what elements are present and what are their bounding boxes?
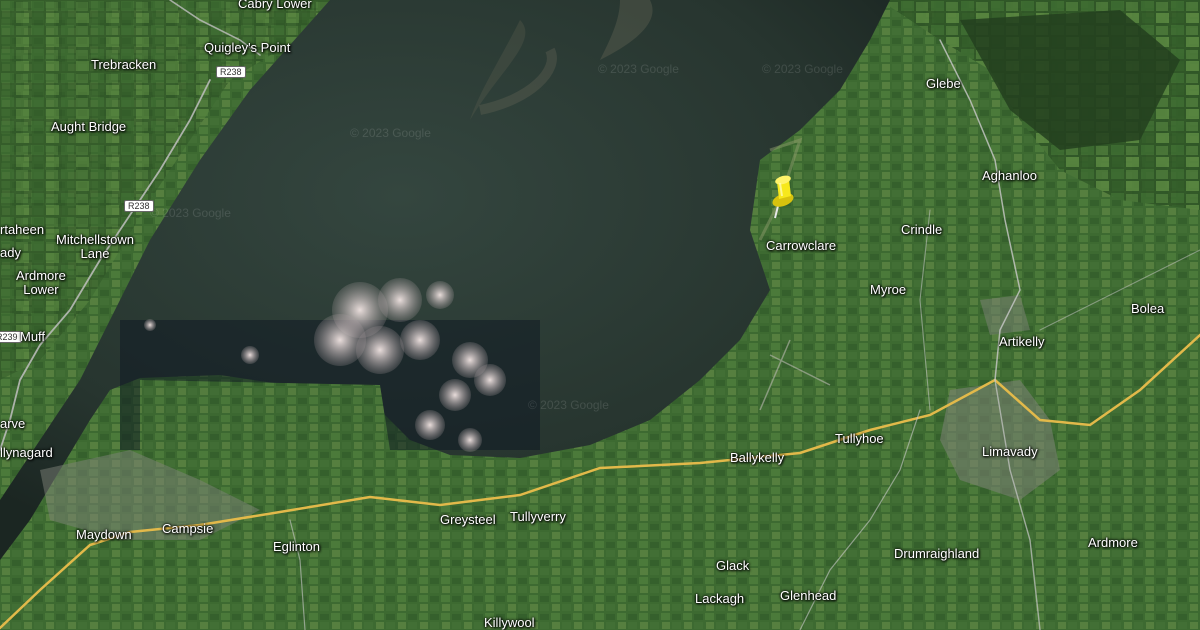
pushpin-icon[interactable] bbox=[762, 172, 802, 222]
place-label-line: Lower bbox=[23, 282, 59, 297]
place-label[interactable]: Maydown bbox=[76, 528, 132, 542]
place-label[interactable]: Trebracken bbox=[91, 58, 156, 72]
place-label[interactable]: Quigley's Point bbox=[204, 41, 290, 55]
place-label[interactable]: Drumraighland bbox=[894, 547, 979, 561]
place-label[interactable]: Greysteel bbox=[440, 513, 496, 527]
place-label-line: Lane bbox=[80, 246, 110, 261]
satellite-map[interactable]: © 2023 Google © 2023 Google © 2023 Googl… bbox=[0, 0, 1200, 630]
place-label[interactable]: Limavady bbox=[982, 445, 1038, 459]
place-label[interactable]: Glenhead bbox=[780, 589, 836, 603]
place-label[interactable]: Lackagh bbox=[695, 592, 744, 606]
place-label[interactable]: Tullyverry bbox=[510, 510, 566, 524]
place-label[interactable]: Aught Bridge bbox=[51, 120, 126, 134]
road-shield-r238: R238 bbox=[216, 66, 246, 78]
place-label[interactable]: Crindle bbox=[901, 223, 942, 237]
place-label[interactable]: Myroe bbox=[870, 283, 906, 297]
road-shield-r239: R239 bbox=[0, 331, 22, 343]
place-label[interactable]: ady bbox=[0, 246, 21, 260]
place-label[interactable]: Artikelly bbox=[999, 335, 1045, 349]
place-label[interactable]: Campsie bbox=[162, 522, 213, 536]
place-label[interactable]: Carrowclare bbox=[766, 239, 836, 253]
copyright-watermark: © 2023 Google bbox=[528, 398, 609, 412]
place-label[interactable]: arve bbox=[0, 417, 25, 431]
place-label[interactable]: Ballykelly bbox=[730, 451, 784, 465]
place-label[interactable]: Ardmore Lower bbox=[16, 269, 66, 297]
place-label[interactable]: Tullyhoe bbox=[835, 432, 884, 446]
place-label-line: Ardmore bbox=[16, 268, 66, 283]
place-label[interactable]: Eglinton bbox=[273, 540, 320, 554]
place-label[interactable]: Mitchellstown Lane bbox=[56, 233, 134, 261]
place-label[interactable]: llynagard bbox=[0, 446, 53, 460]
place-label[interactable]: Glack bbox=[716, 559, 749, 573]
place-label[interactable]: Muff bbox=[20, 330, 45, 344]
place-label[interactable]: rtaheen bbox=[0, 223, 44, 237]
copyright-watermark: © 2023 Google bbox=[598, 62, 679, 76]
place-label[interactable]: Glebe bbox=[926, 77, 961, 91]
place-label[interactable]: Cabry Lower bbox=[238, 0, 312, 11]
place-label-line: Mitchellstown bbox=[56, 232, 135, 247]
place-label[interactable]: Bolea bbox=[1131, 302, 1164, 316]
place-label[interactable]: Ardmore bbox=[1088, 536, 1138, 550]
copyright-watermark: © 2023 Google bbox=[150, 206, 231, 220]
copyright-watermark: © 2023 Google bbox=[350, 126, 431, 140]
place-label[interactable]: Aghanloo bbox=[982, 169, 1037, 183]
road-shield-r238: R238 bbox=[124, 200, 154, 212]
copyright-watermark: © 2023 Google bbox=[762, 62, 843, 76]
place-label[interactable]: Killywool bbox=[484, 616, 535, 630]
